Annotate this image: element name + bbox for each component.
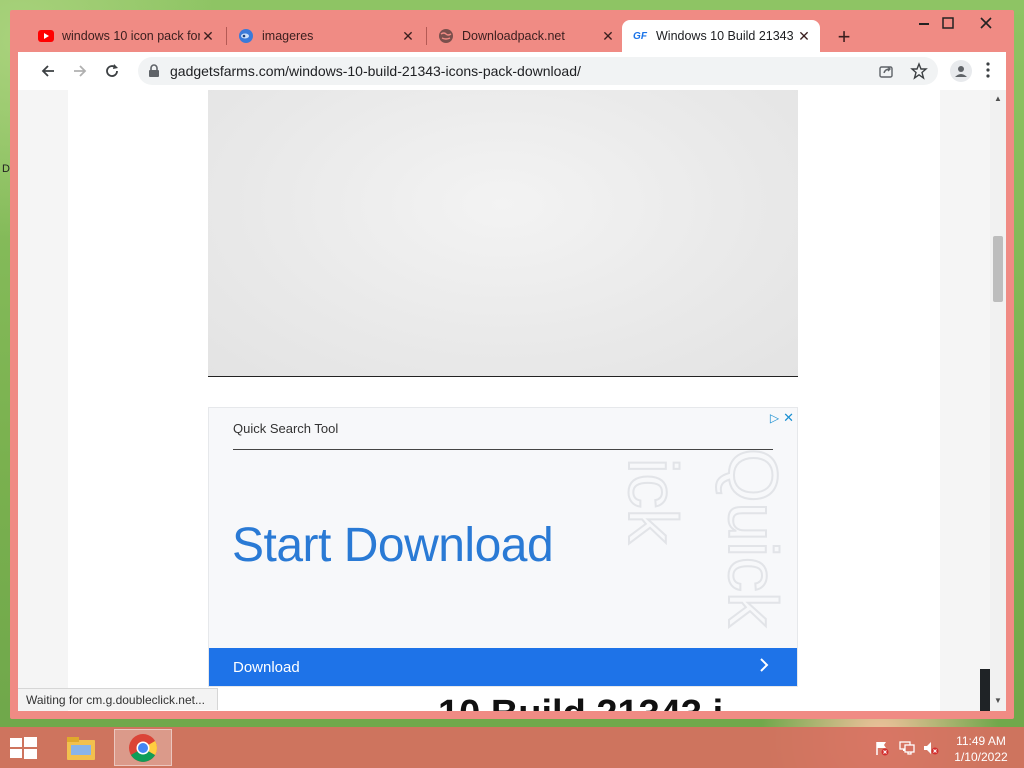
scrollbar-thumb[interactable]: [993, 236, 1003, 302]
browser-toolbar: gadgetsfarms.com/windows-10-build-21343-…: [18, 52, 1006, 90]
taskbar: 11:49 AM 1/10/2022: [0, 727, 1024, 768]
maximize-button[interactable]: [932, 12, 964, 34]
forward-button[interactable]: [68, 59, 92, 83]
lock-icon[interactable]: [148, 64, 160, 83]
close-window-button[interactable]: [970, 12, 1002, 34]
system-clock[interactable]: 11:49 AM 1/10/2022: [950, 733, 1012, 765]
globe-icon: [438, 28, 454, 44]
close-icon[interactable]: ✕: [200, 28, 216, 44]
close-icon[interactable]: ✕: [600, 28, 616, 44]
svg-text:Quick: Quick: [714, 448, 789, 628]
network-icon[interactable]: [898, 740, 916, 761]
tab-windows-10-build[interactable]: GF Windows 10 Build 21343 ✕: [622, 20, 820, 52]
tab-title: imageres: [262, 29, 314, 43]
article-heading-peek: 10 Build 21343 i: [438, 693, 723, 711]
menu-kebab-icon[interactable]: [986, 62, 990, 83]
article-hero-image: [208, 90, 798, 376]
status-bubble: Waiting for cm.g.doubleclick.net...: [18, 688, 218, 710]
tab-imageres[interactable]: imageres ✕: [228, 20, 424, 52]
tab-separator: [226, 27, 227, 45]
profile-avatar[interactable]: [950, 60, 972, 82]
tab-separator: [426, 27, 427, 45]
page-viewport: ▷ ✕ Quick Search Tool Quick ick Start Do…: [18, 90, 1006, 711]
tab-downloadpack[interactable]: Downloadpack.net ✕: [428, 20, 624, 52]
arrow-right-icon: [74, 65, 87, 77]
vertical-scrollbar[interactable]: ▲ ▼: [990, 90, 1006, 711]
gf-logo-icon: GF: [633, 30, 647, 42]
taskbar-chrome[interactable]: [114, 729, 172, 766]
scroll-up-arrow-icon[interactable]: ▲: [994, 94, 1002, 103]
start-button[interactable]: [8, 735, 38, 761]
divider: [208, 376, 798, 377]
volume-muted-icon[interactable]: [922, 740, 940, 761]
tab-strip: windows 10 icon pack for ✕ imageres ✕ Do…: [10, 10, 1014, 52]
reload-button[interactable]: [100, 59, 124, 83]
ad-download-button[interactable]: Download: [209, 648, 797, 686]
clock-time: 11:49 AM: [956, 734, 1006, 748]
ad-cta-label: Download: [233, 658, 300, 676]
bookmark-star-icon[interactable]: [910, 62, 928, 85]
page-content: ▷ ✕ Quick Search Tool Quick ick Start Do…: [68, 90, 1006, 711]
share-icon[interactable]: [878, 63, 894, 84]
ad-brand-label: Quick Search Tool: [233, 421, 339, 436]
clock-date: 1/10/2022: [954, 750, 1008, 764]
advertisement[interactable]: ▷ ✕ Quick Search Tool Quick ick Start Do…: [208, 407, 798, 687]
youtube-icon: [38, 28, 54, 44]
new-tab-button[interactable]: +: [832, 26, 856, 50]
address-bar[interactable]: gadgetsfarms.com/windows-10-build-21343-…: [138, 57, 938, 85]
desktop-edge-glyph: D: [2, 163, 10, 175]
close-icon[interactable]: ✕: [796, 28, 812, 44]
adchoices-icon[interactable]: ▷: [770, 411, 779, 425]
tab-title: Downloadpack.net: [462, 29, 565, 43]
taskbar-file-explorer[interactable]: [52, 729, 110, 766]
chrome-icon: [129, 733, 157, 762]
back-button[interactable]: [36, 59, 60, 83]
tab-title: windows 10 icon pack for: [62, 29, 200, 43]
ad-headline[interactable]: Start Download: [232, 518, 554, 573]
url-text: gadgetsfarms.com/windows-10-build-21343-…: [170, 63, 581, 79]
close-icon[interactable]: ✕: [400, 28, 416, 44]
tab-youtube[interactable]: windows 10 icon pack for ✕: [28, 20, 224, 52]
person-icon: [955, 66, 967, 77]
ad-watermark: Quick ick: [613, 448, 789, 629]
svg-text:ick: ick: [614, 458, 692, 545]
site-logo-icon: [238, 28, 254, 44]
tab-title: Windows 10 Build 21343: [656, 29, 794, 43]
browser-window: windows 10 icon pack for ✕ imageres ✕ Do…: [10, 10, 1014, 719]
chevron-right-icon: [759, 657, 769, 678]
windows-logo-icon: [10, 737, 37, 759]
scroll-down-arrow-icon[interactable]: ▼: [994, 696, 1002, 705]
reload-icon: [106, 64, 118, 77]
action-center-flag-icon[interactable]: [874, 740, 890, 761]
arrow-left-icon: [41, 65, 54, 77]
ad-controls: ▷ ✕: [770, 410, 794, 426]
close-ad-icon[interactable]: ✕: [783, 410, 794, 426]
file-explorer-icon: [67, 736, 95, 760]
